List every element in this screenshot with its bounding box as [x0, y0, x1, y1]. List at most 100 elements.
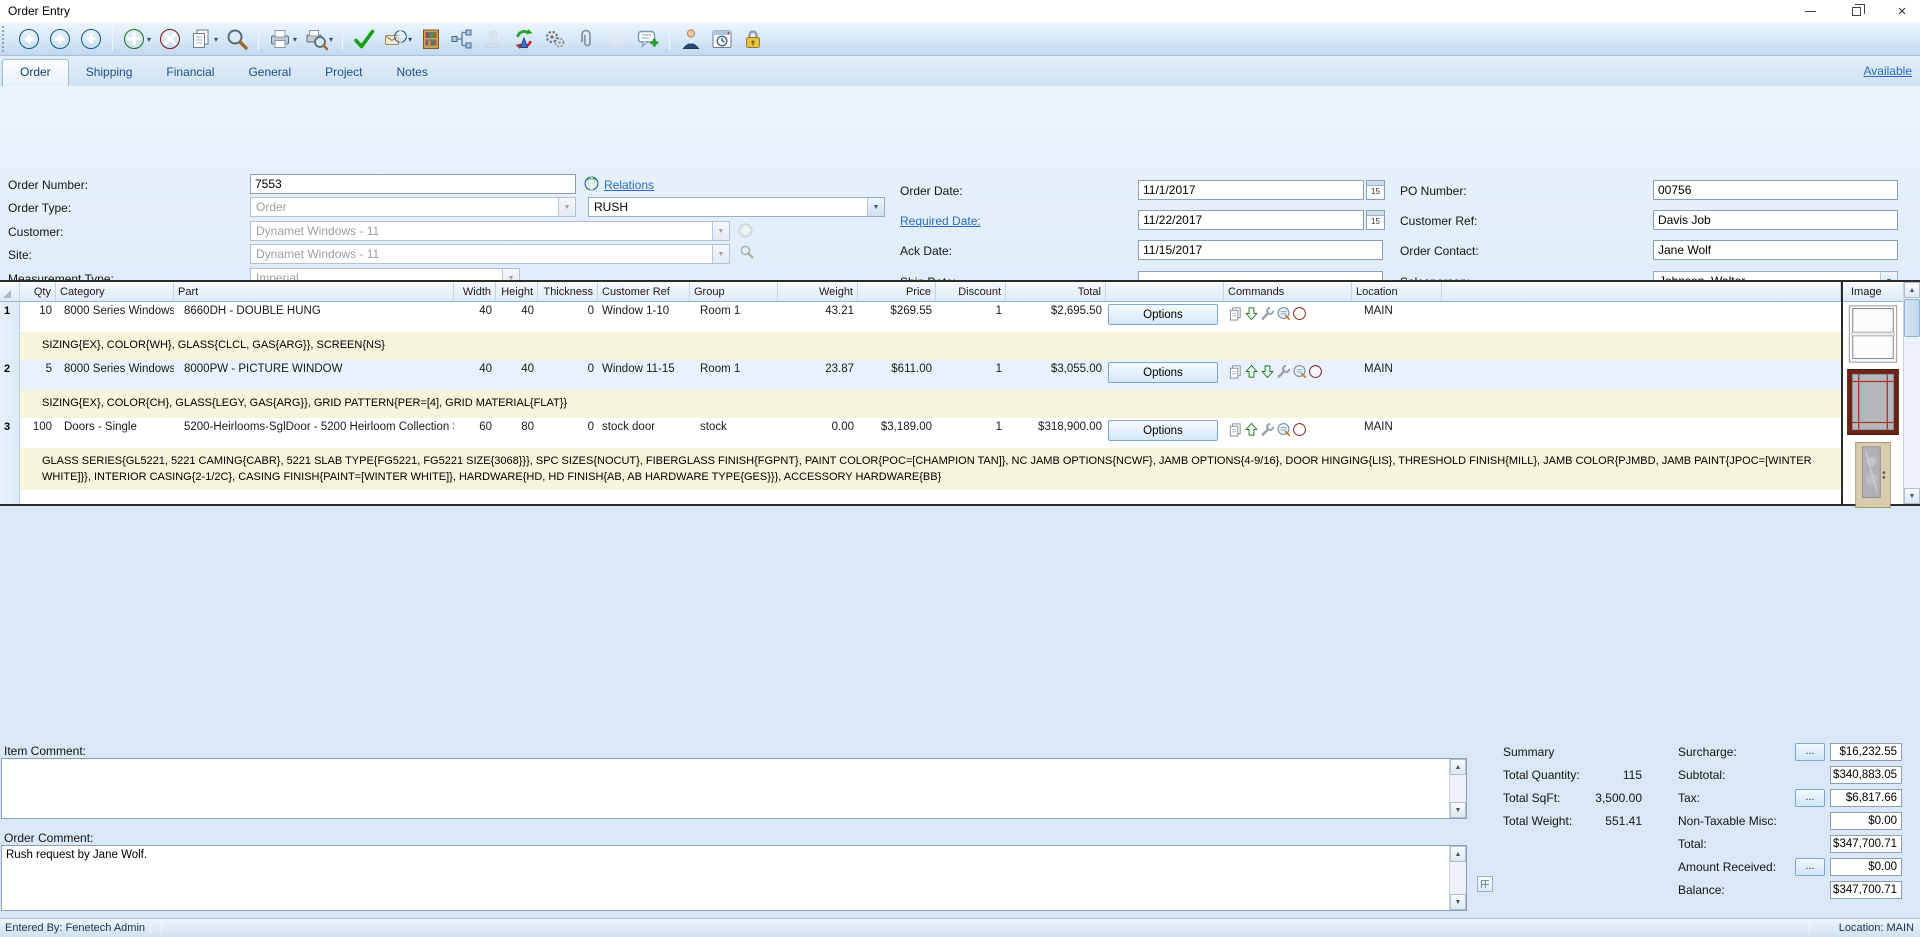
add-comment-icon[interactable]: [634, 25, 662, 53]
lock-icon[interactable]: [739, 25, 767, 53]
row-number-cell[interactable]: 2: [0, 360, 20, 418]
command-up-icon[interactable]: [1244, 422, 1259, 437]
scroll-down-icon[interactable]: ▼: [1904, 488, 1920, 504]
dropdown-caret-icon[interactable]: ▾: [329, 35, 333, 44]
scroll-up-icon[interactable]: ▲: [1904, 282, 1920, 298]
order-date-calendar-button[interactable]: 15: [1366, 180, 1385, 200]
find-icon[interactable]: [223, 25, 251, 53]
column-header-thickness[interactable]: Thickness: [538, 282, 598, 301]
dropdown-caret-icon[interactable]: ▾: [293, 35, 297, 44]
tab-notes[interactable]: Notes: [380, 60, 445, 86]
minimize-button[interactable]: [1798, 2, 1822, 20]
column-header-commands[interactable]: Commands: [1224, 282, 1352, 301]
command-up-icon[interactable]: [1244, 364, 1259, 379]
dropdown-caret-icon[interactable]: ▾: [147, 35, 151, 44]
command-copy-icon[interactable]: [1228, 364, 1243, 379]
order-type-combo[interactable]: Order ▼: [250, 197, 576, 217]
command-tag-icon[interactable]: [1276, 422, 1291, 437]
grid-scrollbar[interactable]: ▲ ▼: [1903, 282, 1920, 504]
column-header-height[interactable]: Height: [496, 282, 538, 301]
command-wrench-icon[interactable]: [1260, 306, 1275, 321]
site-combo[interactable]: Dynamet Windows - 11 ▼: [250, 244, 730, 264]
command-copy-icon[interactable]: [1228, 422, 1243, 437]
column-header-weight[interactable]: Weight: [778, 282, 858, 301]
dropdown-caret-icon[interactable]: ▾: [214, 35, 218, 44]
tab-project[interactable]: Project: [308, 60, 379, 86]
scrollbar-thumb[interactable]: [1904, 299, 1920, 337]
column-header-width[interactable]: Width: [454, 282, 496, 301]
row-number-cell[interactable]: 1: [0, 302, 20, 360]
row-number-cell[interactable]: 3: [0, 418, 20, 490]
required-date-label[interactable]: Required Date:: [900, 214, 981, 228]
back-icon[interactable]: [15, 25, 43, 53]
item-comment-textarea[interactable]: [2, 759, 1449, 818]
customer-combo[interactable]: Dynamet Windows - 11 ▼: [250, 221, 730, 241]
scroll-up-icon[interactable]: ▲: [1450, 759, 1466, 775]
command-down-icon[interactable]: [1260, 364, 1275, 379]
order-comment-scrollbar[interactable]: ▲ ▼: [1449, 846, 1466, 910]
customer-ref-input[interactable]: [1653, 210, 1898, 230]
add-customer-icon[interactable]: [738, 223, 753, 238]
command-tag-icon[interactable]: [1292, 364, 1307, 379]
detail-grid-button[interactable]: [1477, 876, 1493, 892]
command-delete-icon[interactable]: [1292, 306, 1307, 321]
validate-icon[interactable]: [350, 25, 378, 53]
tab-financial[interactable]: Financial: [149, 60, 231, 86]
command-delete-icon[interactable]: [1308, 364, 1323, 379]
surcharge-dots-button[interactable]: ...: [1795, 743, 1825, 761]
relations-tree-icon[interactable]: [448, 25, 476, 53]
move-down-icon[interactable]: [77, 25, 105, 53]
rush-combo[interactable]: RUSH ▼: [588, 197, 885, 217]
forward-icon[interactable]: [46, 25, 74, 53]
contact-icon[interactable]: [677, 25, 705, 53]
tab-order[interactable]: Order: [2, 59, 69, 86]
restore-button[interactable]: [1844, 2, 1868, 20]
chevron-down-icon[interactable]: ▼: [558, 198, 575, 216]
order-date-input[interactable]: [1138, 180, 1364, 200]
required-date-input[interactable]: [1138, 210, 1364, 230]
column-header-category[interactable]: Category: [56, 282, 174, 301]
column-header-discount[interactable]: Discount: [936, 282, 1006, 301]
add-icon[interactable]: ▾: [120, 25, 153, 53]
close-button[interactable]: ×: [1890, 2, 1914, 20]
reprocess-icon[interactable]: [510, 25, 538, 53]
print-preview-icon[interactable]: ▾: [302, 25, 335, 53]
options-button[interactable]: Options: [1108, 362, 1218, 383]
relations-link[interactable]: Relations: [604, 178, 654, 192]
required-date-calendar-button[interactable]: 15: [1366, 210, 1385, 230]
tab-general[interactable]: General: [231, 60, 308, 86]
column-header-qty[interactable]: Qty: [20, 282, 56, 301]
available-link[interactable]: Available: [1864, 64, 1912, 78]
options-button[interactable]: Options: [1108, 304, 1218, 325]
options-button[interactable]: Options: [1108, 420, 1218, 441]
scroll-up-icon[interactable]: ▲: [1450, 846, 1466, 862]
column-header-location[interactable]: Location: [1352, 282, 1442, 301]
command-wrench-icon[interactable]: [1276, 364, 1291, 379]
item-comment-scrollbar[interactable]: ▲ ▼: [1449, 759, 1466, 818]
column-header-total[interactable]: Total: [1006, 282, 1106, 301]
order-comment-textarea[interactable]: Rush request by Jane Wolf.: [2, 846, 1449, 910]
dropdown-caret-icon[interactable]: ▾: [408, 35, 412, 44]
chevron-down-icon[interactable]: ▼: [867, 198, 884, 216]
scheduler-icon[interactable]: [708, 25, 736, 53]
column-header-price[interactable]: Price: [858, 282, 936, 301]
attachments-icon[interactable]: [572, 25, 600, 53]
delete-icon[interactable]: [156, 25, 184, 53]
order-number-input[interactable]: [250, 174, 576, 194]
grid-main-row[interactable]: 58000 Series Windows8000PW - PICTURE WIN…: [20, 360, 1841, 390]
grid-main-row[interactable]: 100Doors - Single5200-Heirlooms-SglDoor …: [20, 418, 1841, 448]
send-email-icon[interactable]: ▾: [381, 25, 414, 53]
command-down-icon[interactable]: [1244, 306, 1259, 321]
site-search-icon[interactable]: [739, 244, 754, 259]
document-library-icon[interactable]: [417, 25, 445, 53]
grid-main-row[interactable]: 108000 Series Windows8660DH - DOUBLE HUN…: [20, 302, 1841, 332]
copy-icon[interactable]: ▾: [187, 25, 220, 53]
column-header-customer_ref[interactable]: Customer Ref: [598, 282, 690, 301]
command-copy-icon[interactable]: [1228, 306, 1243, 321]
configure-icon[interactable]: [541, 25, 569, 53]
tax-dots-button[interactable]: ...: [1795, 789, 1825, 807]
column-header-group[interactable]: Group: [690, 282, 778, 301]
chevron-down-icon[interactable]: ▼: [712, 222, 729, 240]
scroll-down-icon[interactable]: ▼: [1450, 894, 1466, 910]
chevron-down-icon[interactable]: ▼: [712, 245, 729, 263]
